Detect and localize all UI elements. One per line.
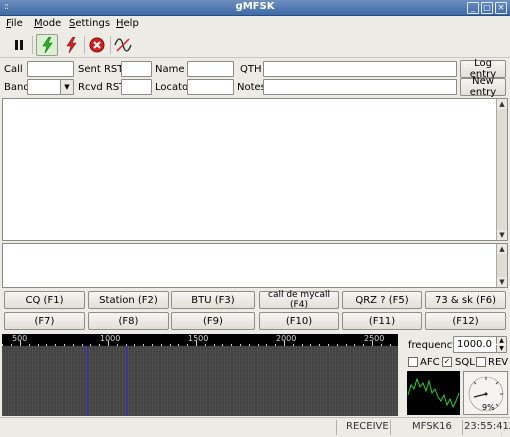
new-entry-button[interactable]: New entry (460, 76, 506, 98)
frequency-spinner[interactable]: 1000.0 ▲ ▼ (453, 336, 507, 353)
status-state: RECEIVE (346, 421, 389, 432)
window-title: gMFSK (235, 1, 275, 12)
transmit-scrollbar[interactable]: ▲ ▼ (496, 244, 507, 287)
waterfall-display[interactable] (2, 346, 398, 416)
signal-scope (407, 371, 460, 415)
menu-mode[interactable]: Mode (34, 18, 61, 29)
waveform-icon (114, 38, 132, 52)
frequency-label: frequency (408, 340, 459, 351)
spin-up-icon[interactable]: ▲ (496, 337, 506, 344)
squelch-value: 9% (482, 403, 495, 412)
macro-button-f10[interactable]: (F10) (259, 312, 339, 330)
rcvd-rst-field[interactable] (121, 79, 152, 95)
macro-button-f1[interactable]: CQ (F1) (4, 291, 85, 309)
waveform-button[interactable] (112, 34, 134, 56)
chevron-down-icon[interactable]: ▼ (60, 80, 73, 94)
bandwidth-marker-left (87, 346, 88, 416)
transmit-bolt-icon (66, 37, 77, 53)
name-field[interactable] (187, 61, 234, 77)
transmit-button[interactable] (60, 34, 82, 56)
scroll-up-icon[interactable]: ▲ (497, 244, 507, 254)
rcvd-rst-label: Rcvd RST (78, 82, 126, 93)
qth-field[interactable] (263, 61, 457, 77)
macro-button-f7[interactable]: (F7) (4, 312, 85, 330)
macro-button-f2[interactable]: Station (F2) (88, 291, 169, 309)
close-icon[interactable]: × (495, 2, 507, 14)
macro-button-f3[interactable]: BTU (F3) (171, 291, 255, 309)
title-bar[interactable]: :: gMFSK _ □ × (0, 0, 510, 16)
status-separator (336, 420, 337, 435)
toolbar-separator (84, 36, 85, 54)
toolbar-separator (32, 36, 33, 54)
menu-settings[interactable]: Settings (69, 18, 110, 29)
stop-icon (89, 37, 105, 53)
spin-down-icon[interactable]: ▼ (496, 345, 506, 352)
scale-tick-label: 2000 (276, 334, 297, 343)
scale-tick-label: 1000 (100, 334, 121, 343)
squelch-meter[interactable]: 9% (463, 371, 508, 415)
menu-help[interactable]: Help (116, 18, 139, 29)
status-mode: MFSK16 (412, 421, 452, 432)
menubar: File Mode Settings Help (0, 16, 510, 32)
afc-label: AFC (420, 357, 440, 368)
macro-button-f12[interactable]: (F12) (425, 312, 506, 330)
macro-button-f6[interactable]: 73 & sk (F6) (425, 291, 506, 309)
macro-button-f4[interactable]: call de mycall (F4) (259, 290, 339, 310)
receive-text-area[interactable]: ▲ ▼ (2, 98, 508, 241)
pause-icon (15, 40, 23, 50)
frequency-scale[interactable]: 500 1000 1500 2000 2500 (2, 334, 398, 346)
qth-label: QTH (240, 64, 262, 75)
status-separator (390, 420, 391, 435)
sent-rst-field[interactable] (121, 61, 152, 77)
rev-checkbox[interactable] (476, 357, 486, 367)
frequency-value: 1000.0 (457, 339, 492, 350)
scroll-up-icon[interactable]: ▲ (497, 99, 507, 109)
abort-button[interactable] (86, 34, 108, 56)
notes-label: Notes (237, 82, 266, 93)
scale-tick-label: 1500 (188, 334, 209, 343)
locator-field[interactable] (187, 79, 234, 95)
macro-button-f9[interactable]: (F9) (171, 312, 255, 330)
receive-bolt-icon (42, 37, 53, 53)
toolbar (0, 32, 510, 58)
macro-button-f8[interactable]: (F8) (88, 312, 169, 330)
afc-checkbox[interactable] (408, 357, 418, 367)
call-field[interactable] (27, 61, 74, 77)
status-separator (462, 420, 463, 435)
receive-button[interactable] (36, 34, 58, 56)
name-label: Name (155, 64, 185, 75)
pause-button[interactable] (8, 34, 30, 56)
transmit-text-area[interactable]: ▲ ▼ (2, 243, 508, 288)
receive-scrollbar[interactable]: ▲ ▼ (496, 99, 507, 240)
menu-file[interactable]: File (6, 18, 23, 29)
maximize-icon[interactable]: □ (481, 2, 493, 14)
status-bar: RECEIVE MFSK16 23:55:41Z ⋰ (0, 417, 510, 437)
band-label: Band (4, 82, 30, 93)
bandwidth-marker-right (126, 346, 127, 416)
scroll-down-icon[interactable]: ▼ (497, 230, 507, 240)
band-select[interactable]: ▼ (27, 79, 74, 95)
toolbar-separator (110, 36, 111, 54)
scope-trace (407, 377, 460, 409)
scale-tick-label: 2500 (364, 334, 385, 343)
notes-field[interactable] (263, 79, 457, 95)
resize-grip-icon[interactable]: ⋰ (500, 426, 508, 435)
sql-label: SQL (455, 357, 475, 368)
sent-rst-label: Sent RST (78, 64, 124, 75)
sql-checkbox[interactable]: ✓ (442, 357, 452, 367)
rev-label: REV (488, 357, 509, 368)
scroll-down-icon[interactable]: ▼ (497, 277, 507, 287)
macro-button-f5[interactable]: QRZ ? (F5) (342, 291, 422, 309)
macro-button-f11[interactable]: (F11) (342, 312, 422, 330)
call-label: Call (4, 64, 23, 75)
minimize-icon[interactable]: _ (467, 2, 479, 14)
